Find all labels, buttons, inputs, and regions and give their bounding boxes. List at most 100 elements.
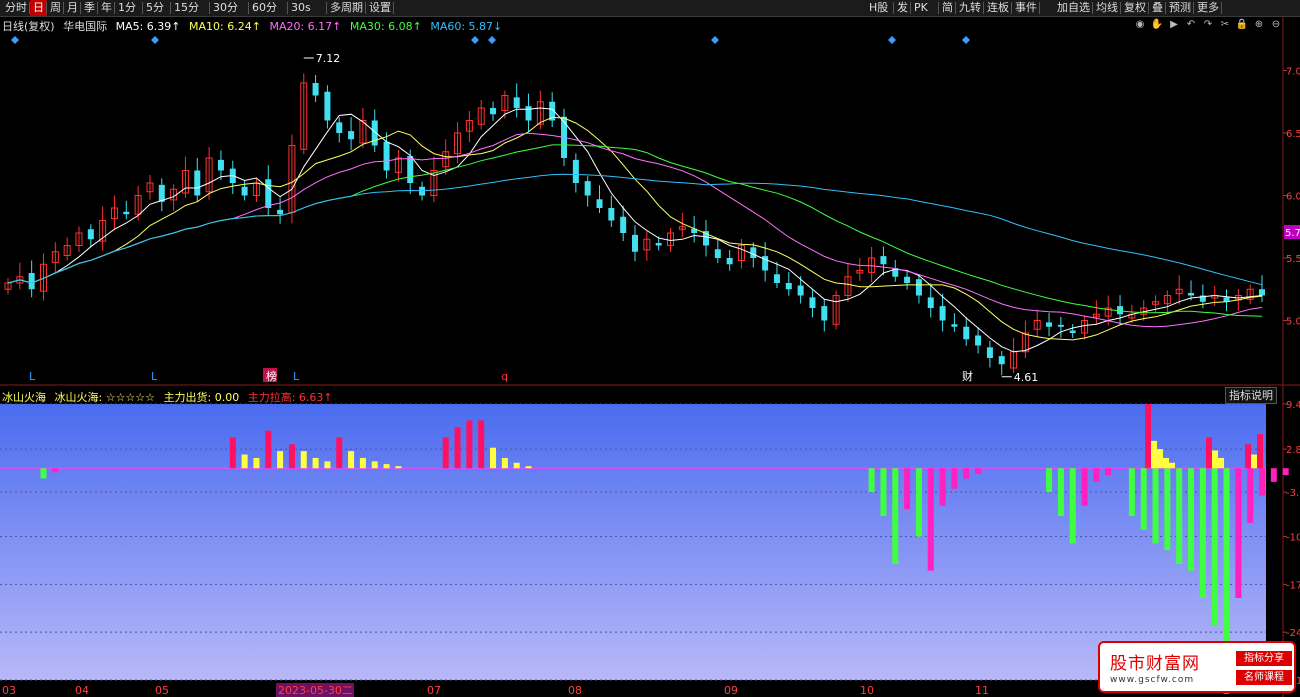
candle-body <box>951 324 958 327</box>
indicator-bar-fire <box>1235 468 1242 599</box>
indicator-bar-fire <box>52 468 59 473</box>
indicator-tick-label: -3.5 <box>1286 488 1300 499</box>
indicator-bar-red <box>1145 404 1151 469</box>
x-axis-label: 2023-05-30二 <box>278 684 353 697</box>
event-label[interactable]: L <box>293 370 300 383</box>
indicator-bar-yellow <box>253 457 260 469</box>
candle-body <box>998 356 1005 365</box>
candle-body <box>632 234 638 252</box>
x-axis-label: 07 <box>427 684 441 697</box>
indicator-explain-button[interactable]: 指标说明 <box>1225 387 1277 404</box>
indicator-bar-red <box>1206 437 1212 469</box>
price-tick-label: 6.5 <box>1286 129 1300 140</box>
event-label[interactable]: L <box>151 370 158 383</box>
indicator-bar-fire <box>1282 468 1289 476</box>
candle-body <box>336 122 343 133</box>
candle-body <box>1188 293 1195 296</box>
indicator-bar-ice <box>868 468 875 493</box>
indicator-tick-label: -24 <box>1286 628 1300 639</box>
event-label[interactable]: 榜 <box>266 369 277 383</box>
indicator-bar-yellow <box>1157 449 1163 469</box>
lock-icon[interactable]: 🔒 <box>1234 17 1250 33</box>
indicator-bar-yellow <box>1212 450 1218 469</box>
indicator-bar-fire <box>1270 468 1277 482</box>
candle-body <box>28 273 35 290</box>
indicator-bar-ice <box>1199 468 1206 599</box>
indicator-bar-yellow <box>277 451 284 469</box>
candle-body <box>963 326 970 340</box>
zoom-out-icon[interactable]: ⊖ <box>1268 17 1284 33</box>
indicator-bar-yellow <box>383 464 390 469</box>
indicator-bar-red <box>442 437 449 469</box>
candle-body <box>596 199 603 208</box>
indicator-bar-ice <box>915 468 922 537</box>
indicator-bar-yellow <box>300 451 307 469</box>
watermark-badge-course: 名师课程 <box>1236 670 1292 685</box>
indicator-bar-yellow <box>312 457 319 469</box>
undo-icon[interactable]: ↶ <box>1183 17 1199 33</box>
zoom-in-icon[interactable]: ⊕ <box>1251 17 1267 33</box>
indicator-bar-fire <box>904 468 911 510</box>
candle-body <box>348 131 355 140</box>
watermark-title: 股市财富网 <box>1110 654 1200 674</box>
event-label[interactable]: q <box>501 370 508 383</box>
play-icon[interactable]: ▶ <box>1166 17 1182 33</box>
price-panel-bg <box>0 33 1283 383</box>
candle-body <box>1259 289 1265 296</box>
indicator-bar-ice <box>1046 468 1053 493</box>
candle-body <box>217 159 224 171</box>
indicator-bar-ice <box>40 468 47 479</box>
indicator-bar-red <box>229 437 236 469</box>
watermark-url: www.gscfw.com <box>1110 675 1195 685</box>
eye-icon[interactable]: ◉ <box>1132 17 1148 33</box>
stock-chart[interactable]: 7.0 6.5 6.0 5.5 5.0 5.7 7.12 4.61 L L 榜 Lq 财 9.4 2.8 -3… <box>0 0 1300 697</box>
indicator-bar-red <box>288 444 295 469</box>
candle-body <box>87 229 94 240</box>
candle-body <box>714 249 721 258</box>
candle-body <box>1046 322 1053 327</box>
candle-body <box>312 83 319 96</box>
indicator-bar-fire <box>975 468 982 474</box>
indicator-bar-red <box>1257 434 1263 469</box>
indicator-bar-yellow <box>1151 440 1157 469</box>
event-label[interactable]: L <box>29 370 36 383</box>
indicator-bar-yellow <box>359 457 366 469</box>
indicator-bar-yellow <box>513 462 520 469</box>
x-axis-label: 05 <box>155 684 169 697</box>
candle-body <box>986 347 993 358</box>
candle-body <box>1057 324 1064 327</box>
candle-body <box>525 106 532 121</box>
indicator-name[interactable]: 冰山火海 <box>2 391 46 404</box>
indicator-bar-red <box>466 420 473 469</box>
event-label[interactable]: 财 <box>962 369 973 383</box>
indicator-bar-ice <box>892 468 899 564</box>
candle-body <box>620 216 627 233</box>
indicator-bar-fire <box>951 468 958 489</box>
indicator-stars: 冰山火海: ☆☆☆☆☆ <box>54 391 156 404</box>
candle-body <box>383 141 390 171</box>
indicator-bar-yellow <box>395 466 402 469</box>
indicator-tick-label: -10 <box>1286 533 1300 544</box>
indicator-bar-yellow <box>501 457 508 469</box>
redo-icon[interactable]: ↷ <box>1200 17 1216 33</box>
watermark-badge-share: 指标分享 <box>1236 651 1292 666</box>
candle-body <box>975 335 982 346</box>
indicator-bar-ice <box>1176 468 1183 564</box>
main-out-label: 主力出货: 0.00 <box>163 391 240 404</box>
indicator-bar-yellow <box>324 461 331 469</box>
indicator-bar-fire <box>1105 468 1112 476</box>
x-axis-label: 09 <box>724 684 738 697</box>
indicator-bar-ice <box>1211 468 1218 626</box>
indicator-bar-yellow <box>525 466 532 469</box>
candle-body <box>915 279 922 296</box>
indicator-bar-red <box>336 437 343 469</box>
indicator-tick-label: -17 <box>1286 580 1300 591</box>
indicator-bar-ice <box>1057 468 1064 517</box>
candle-body <box>939 306 946 321</box>
indicator-bar-red <box>265 430 272 469</box>
site-watermark: 股市财富网 www.gscfw.com 指标分享 名师课程 <box>1098 641 1296 693</box>
indicator-bar-fire <box>1081 468 1088 506</box>
current-price-label: 5.7 <box>1285 228 1300 239</box>
hand-icon[interactable]: ✋ <box>1149 17 1165 33</box>
cut-icon[interactable]: ✂ <box>1217 17 1233 33</box>
